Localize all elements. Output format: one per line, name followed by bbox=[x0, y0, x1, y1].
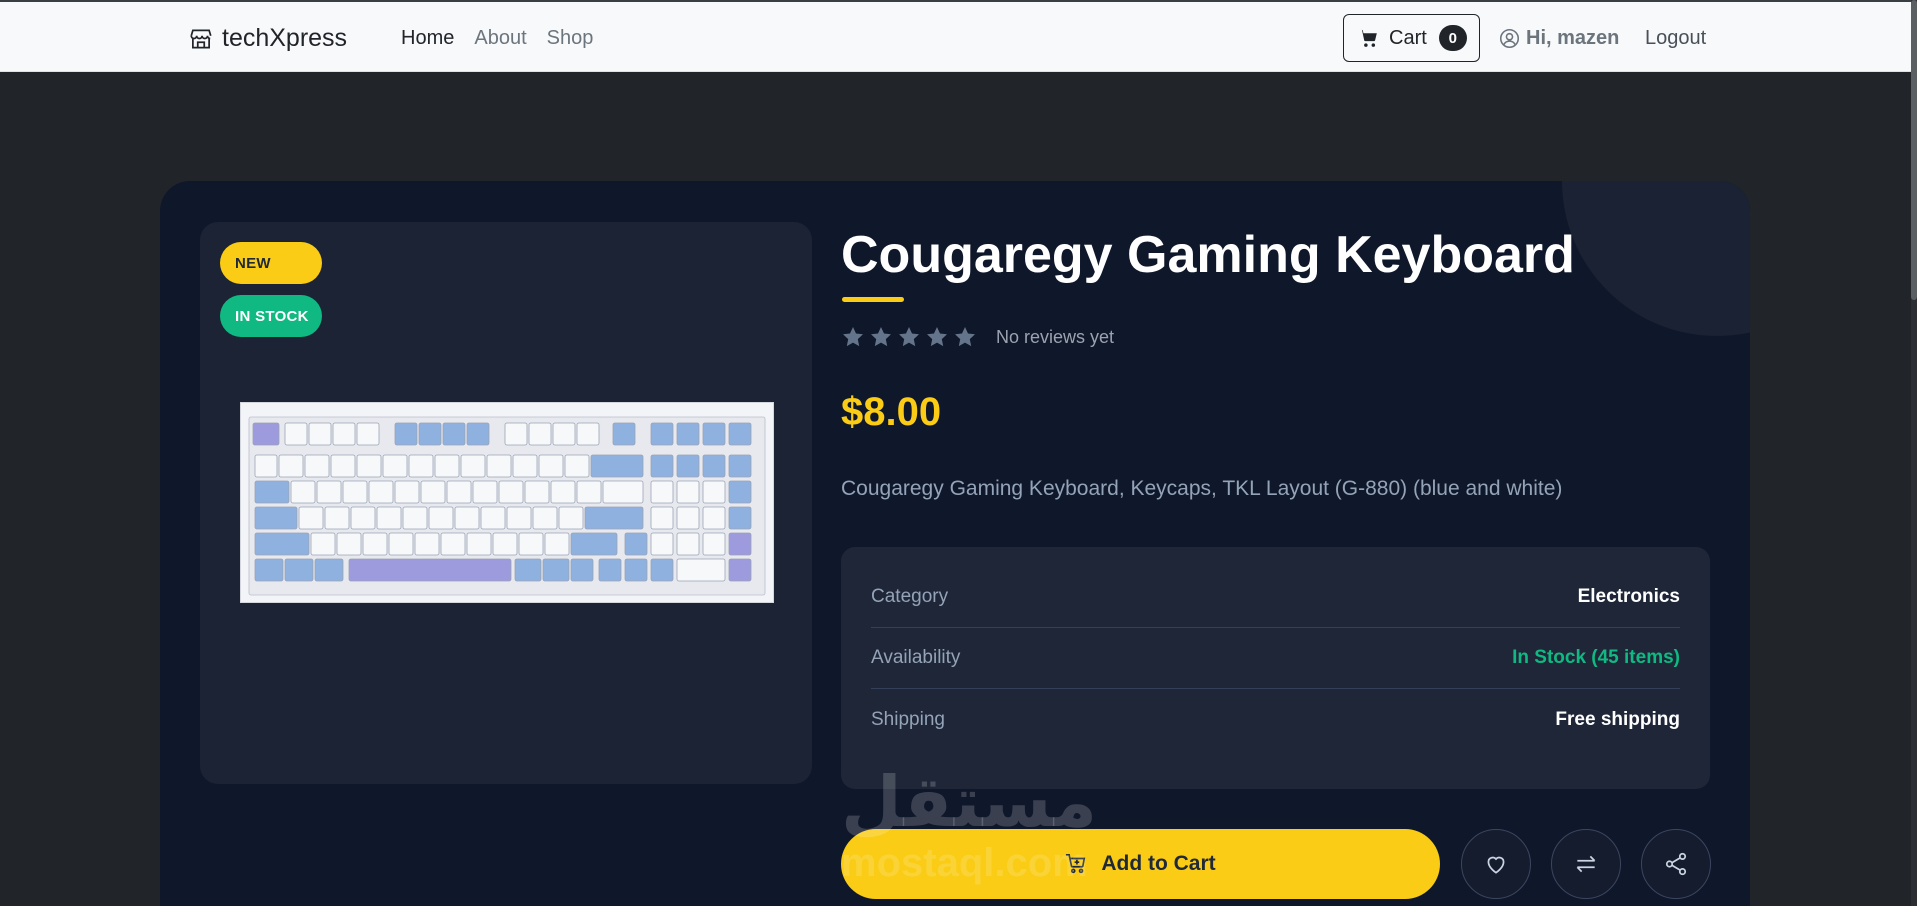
cart-count-badge: 0 bbox=[1438, 25, 1467, 51]
star-icon bbox=[899, 327, 919, 347]
user-menu[interactable]: Hi, mazen bbox=[1499, 27, 1619, 50]
info-value: Electronics bbox=[1577, 586, 1680, 607]
decorative-circle bbox=[1562, 181, 1750, 336]
info-row-shipping: Shipping Free shipping bbox=[871, 689, 1680, 750]
info-label: Category bbox=[871, 586, 949, 607]
user-circle-icon bbox=[1499, 28, 1520, 49]
scrollbar-thumb[interactable] bbox=[1911, 0, 1917, 300]
keyboard-image bbox=[248, 416, 766, 596]
product-image-panel: NEW IN STOCK bbox=[200, 222, 812, 784]
heart-icon bbox=[1487, 856, 1505, 874]
compare-button[interactable] bbox=[1551, 829, 1621, 899]
nav-about[interactable]: About bbox=[474, 27, 526, 50]
top-navbar: techXpress Home About Shop Cart 0 Hi, ma… bbox=[0, 0, 1911, 72]
info-label: Availability bbox=[871, 647, 961, 668]
rating-stars bbox=[841, 325, 977, 349]
star-icon bbox=[927, 327, 947, 347]
product-image bbox=[240, 402, 774, 603]
info-label: Shipping bbox=[871, 708, 945, 730]
add-to-cart-label: Add to Cart bbox=[1101, 852, 1216, 875]
product-title: Cougaregy Gaming Keyboard bbox=[841, 226, 1575, 284]
star-icon bbox=[843, 327, 863, 347]
wishlist-button[interactable] bbox=[1461, 829, 1531, 899]
nav-shop[interactable]: Shop bbox=[547, 27, 594, 50]
nav-home[interactable]: Home bbox=[401, 27, 454, 50]
user-greeting: Hi, mazen bbox=[1526, 27, 1620, 49]
brand-name: techXpress bbox=[222, 24, 348, 52]
share-button[interactable] bbox=[1641, 829, 1711, 899]
brand-link[interactable]: techXpress bbox=[188, 24, 347, 53]
star-icon bbox=[955, 327, 975, 347]
add-to-cart-button[interactable]: Add to Cart bbox=[841, 829, 1440, 899]
product-price: $8.00 bbox=[841, 390, 942, 434]
product-card: NEW IN STOCK Cougaregy Gaming Keyboard N… bbox=[160, 181, 1750, 906]
new-badge: NEW bbox=[220, 242, 322, 284]
logout-link[interactable]: Logout bbox=[1645, 27, 1706, 50]
cart-plus-icon bbox=[1066, 854, 1086, 874]
product-description: Cougaregy Gaming Keyboard, Keycaps, TKL … bbox=[841, 477, 1563, 500]
info-row-availability: Availability In Stock (45 items) bbox=[871, 628, 1680, 689]
title-underline bbox=[842, 297, 904, 302]
cart-button[interactable]: Cart 0 bbox=[1343, 14, 1480, 62]
info-row-category: Category Electronics bbox=[871, 567, 1680, 628]
star-icon bbox=[871, 327, 891, 347]
reviews-text: No reviews yet bbox=[996, 327, 1115, 347]
arrows-exchange-icon bbox=[1576, 855, 1596, 873]
cart-icon bbox=[1358, 29, 1377, 47]
in-stock-badge: IN STOCK bbox=[220, 295, 322, 337]
store-icon bbox=[190, 28, 212, 49]
info-value: In Stock (45 items) bbox=[1512, 647, 1680, 668]
main-nav: Home About Shop bbox=[401, 27, 593, 50]
info-value: Free shipping bbox=[1555, 708, 1680, 730]
cart-label: Cart bbox=[1389, 26, 1427, 49]
share-icon bbox=[1665, 852, 1687, 876]
product-info-box: Category Electronics Availability In Sto… bbox=[841, 547, 1710, 789]
